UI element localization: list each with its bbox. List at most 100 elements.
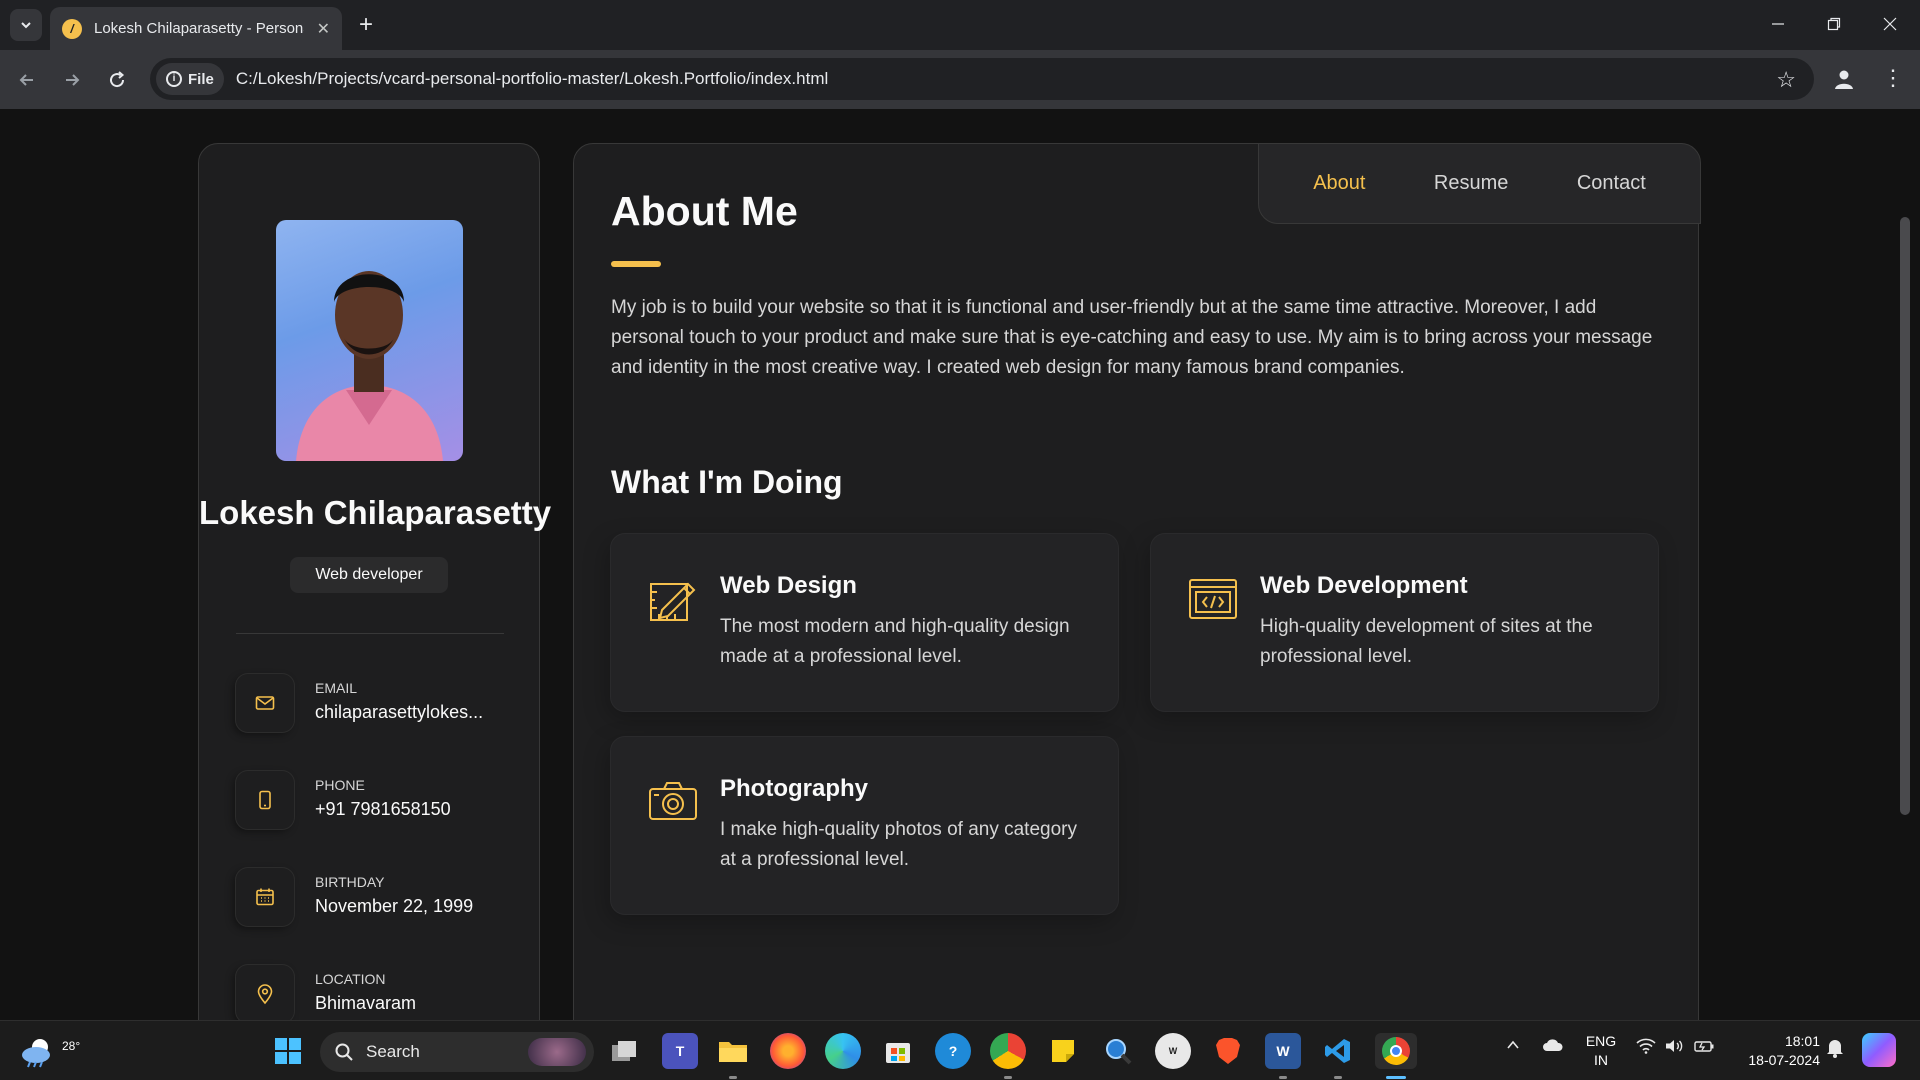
minimize-icon [1772, 23, 1784, 25]
design-icon [650, 582, 696, 621]
profile-name: Lokesh Chilaparasetty [199, 494, 552, 531]
running-indicator [729, 1076, 737, 1079]
close-tab-icon[interactable]: ✕ [317, 19, 330, 39]
new-tab-button[interactable]: + [352, 12, 380, 40]
person-icon [1835, 70, 1853, 89]
service-card-photography: Photography I make high-quality photos o… [611, 737, 1118, 914]
weather-widget[interactable]: 28° [20, 1033, 80, 1069]
about-heading: About Me [611, 188, 798, 234]
contact-label-phone: Phone [315, 777, 365, 793]
battery-icon[interactable] [1693, 1038, 1715, 1057]
windows-logo-icon [275, 1038, 301, 1064]
url-text[interactable]: C:/Lokesh/Projects/vcard-personal-portfo… [236, 69, 828, 89]
close-icon [1883, 17, 1897, 31]
close-window-button[interactable] [1868, 8, 1912, 40]
location-pin-icon [236, 965, 294, 1020]
language-indicator[interactable]: ENG IN [1584, 1032, 1618, 1070]
lang-code: ENG [1585, 1033, 1617, 1049]
onedrive-icon[interactable] [1542, 1038, 1564, 1055]
avatar [276, 220, 463, 461]
contact-value-phone[interactable]: +91 7981658150 [315, 799, 451, 820]
portrait-image [296, 271, 443, 461]
contact-label-location: Location [315, 971, 386, 987]
site-info-chip[interactable]: i File [156, 63, 224, 95]
minimize-button[interactable] [1756, 8, 1800, 40]
wifi-icon[interactable] [1636, 1038, 1656, 1057]
chrome-profile-icon[interactable] [990, 1033, 1026, 1069]
email-icon [236, 674, 294, 732]
camera-icon [649, 782, 697, 820]
service-text: High-quality development of sites at the… [1260, 616, 1593, 667]
firefox-icon[interactable] [770, 1033, 806, 1069]
address-bar[interactable]: i File C:/Lokesh/Projects/vcard-personal… [150, 58, 1814, 100]
wave-app-icon[interactable]: W [1155, 1033, 1191, 1069]
reload-icon [110, 71, 125, 88]
volume-icon[interactable] [1664, 1038, 1684, 1057]
store-icon[interactable] [880, 1033, 916, 1069]
contact-value-birthday: November 22, 1999 [315, 896, 474, 916]
service-text: I make high-quality photos of any catego… [720, 819, 1077, 870]
browser-tab-bar: / Lokesh Chilaparasetty - Personal vCard… [0, 0, 1920, 50]
back-button[interactable] [12, 65, 42, 95]
teams-icon[interactable]: T [662, 1033, 698, 1069]
show-hidden-icons-chevron[interactable] [1505, 1037, 1521, 1056]
file-explorer-icon[interactable] [715, 1033, 751, 1069]
taskbar: 28° Search T ? W W ENG IN 18:01 18-07-20… [0, 1020, 1920, 1080]
copilot-icon[interactable] [1862, 1033, 1896, 1067]
active-app-indicator [1386, 1076, 1406, 1079]
forward-button[interactable] [57, 65, 87, 95]
contact-phone: Phone +91 7981658150 [236, 771, 526, 831]
start-button[interactable] [270, 1033, 306, 1069]
system-clock[interactable]: 18:01 18-07-2024 [1734, 1032, 1820, 1070]
tab-search-button[interactable] [10, 9, 42, 41]
profile-icon[interactable] [1830, 65, 1858, 93]
running-indicator [1334, 1076, 1342, 1079]
vscode-icon[interactable] [1320, 1033, 1356, 1069]
lang-region: IN [1594, 1052, 1608, 1068]
restore-icon [1827, 17, 1841, 31]
contact-value-email[interactable]: chilaparasettylokes... [315, 702, 483, 723]
browser-menu-icon[interactable]: ⋮ [1882, 65, 1904, 93]
get-help-icon[interactable]: ? [935, 1033, 971, 1069]
page-scrollbar[interactable] [1900, 217, 1910, 815]
reload-button[interactable] [102, 65, 132, 95]
service-card-web-design: Web Design The most modern and high-qual… [611, 534, 1118, 711]
arrow-left-icon [19, 74, 33, 86]
code-icon [1189, 579, 1237, 619]
chevron-up-icon [1507, 1040, 1519, 1049]
service-title: Web Design [720, 572, 857, 599]
service-title: Photography [720, 775, 868, 802]
sidebar-divider [236, 633, 504, 634]
nav-contact[interactable]: Contact [1577, 172, 1646, 195]
edge-copilot-icon[interactable] [825, 1033, 861, 1069]
calendar-icon [236, 868, 294, 926]
browser-toolbar: i File C:/Lokesh/Projects/vcard-personal… [0, 50, 1920, 109]
sidebar-card: Lokesh Chilaparasetty Web developer Emai… [198, 143, 552, 1020]
brave-icon[interactable] [1210, 1033, 1246, 1069]
contact-label-birthday: Birthday [315, 874, 385, 890]
profile-title-badge: Web developer [290, 557, 448, 593]
nav-about[interactable]: About [1313, 172, 1365, 195]
magnifier-app-icon[interactable] [1100, 1033, 1136, 1069]
search-highlight-image [528, 1038, 586, 1066]
task-view-icon[interactable] [606, 1033, 642, 1069]
chrome-icon[interactable] [1375, 1033, 1417, 1069]
sticky-notes-icon[interactable] [1045, 1033, 1081, 1069]
word-icon[interactable]: W [1265, 1033, 1301, 1069]
nav-resume[interactable]: Resume [1434, 172, 1508, 195]
running-indicator [1279, 1076, 1287, 1079]
tab-title: Lokesh Chilaparasetty - Personal vCard [94, 20, 304, 37]
search-placeholder: Search [366, 1042, 420, 1061]
phone-icon [236, 771, 294, 829]
temperature: 28° [62, 1039, 81, 1053]
restore-button[interactable] [1812, 8, 1856, 40]
main-article: About Resume Contact About Me My job is … [573, 143, 1701, 1020]
favicon-icon: / [62, 18, 82, 39]
contact-value-location: Bhimavaram [315, 993, 417, 1013]
taskbar-search[interactable]: Search [320, 1032, 594, 1072]
page-navbar: About Resume Contact [1258, 143, 1701, 224]
browser-tab[interactable]: / Lokesh Chilaparasetty - Personal vCard… [50, 7, 342, 50]
notification-bell-icon[interactable] [1826, 1038, 1844, 1061]
bookmark-star-icon[interactable]: ☆ [1776, 67, 1796, 93]
info-icon: i [166, 71, 182, 87]
